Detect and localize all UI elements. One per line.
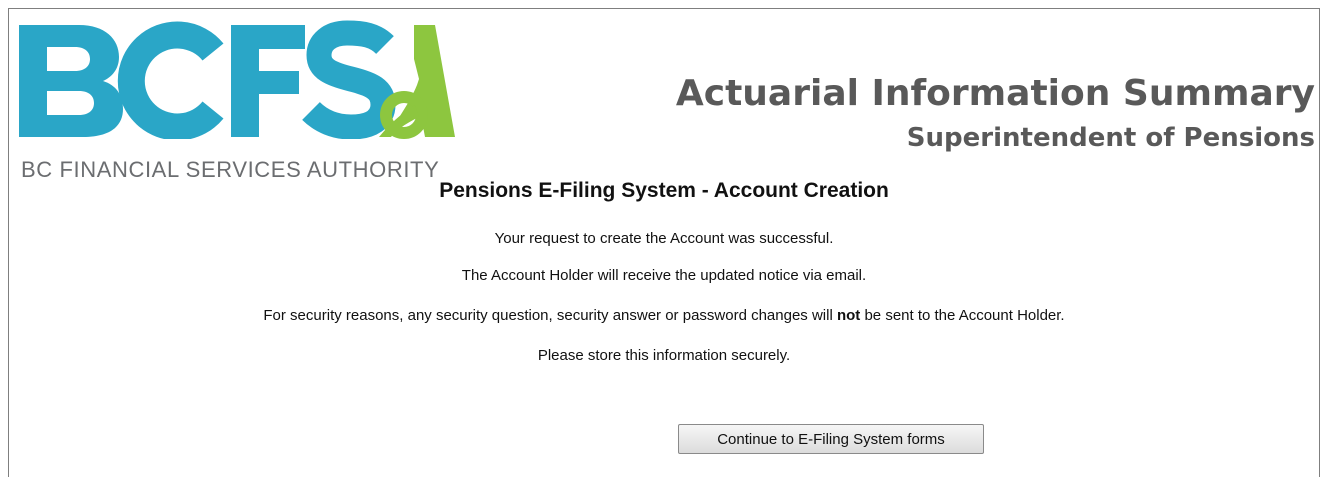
success-message: Your request to create the Account was s… — [494, 230, 834, 247]
page-frame: BC FINANCIAL SERVICES AUTHORITY Actuaria… — [8, 8, 1320, 477]
continue-button[interactable]: Continue to E-Filing System forms — [678, 424, 984, 454]
store-securely-message: Please store this information securely. — [537, 347, 791, 364]
page-title: Pensions E-Filing System - Account Creat… — [439, 179, 889, 202]
security-message-part2: be sent to the Account Holder. — [860, 307, 1065, 324]
bcfsa-logo: BC FINANCIAL SERVICES AUTHORITY — [17, 19, 457, 184]
security-message: For security reasons, any security quest… — [9, 307, 1319, 324]
header-title: Actuarial Information Summary — [675, 73, 1315, 114]
notice-message: The Account Holder will receive the upda… — [461, 267, 867, 284]
security-message-emphasis: not — [836, 307, 861, 324]
security-message-part1: For security reasons, any security quest… — [263, 307, 837, 324]
header-subtitle: Superintendent of Pensions — [906, 123, 1315, 153]
bcfsa-wordmark-graphic — [19, 20, 455, 139]
